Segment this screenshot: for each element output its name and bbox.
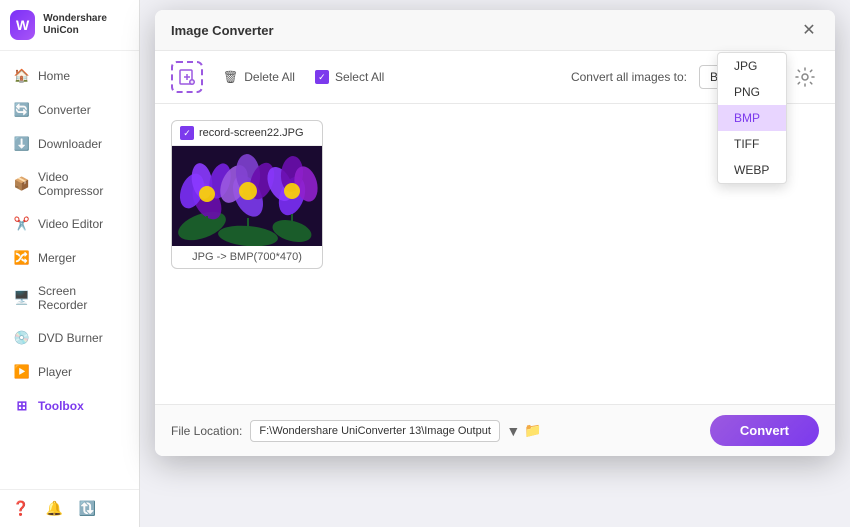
dropdown-item-webp[interactable]: WEBP (718, 157, 786, 183)
sidebar-item-converter[interactable]: 🔄 Converter (0, 93, 139, 127)
dialog-titlebar: Image Converter ✕ (155, 10, 835, 51)
format-dropdown-menu: JPG PNG BMP TIFF WEBP (717, 52, 787, 184)
browse-folder-button[interactable]: 📁 (524, 422, 541, 439)
converter-icon: 🔄 (14, 102, 30, 118)
sidebar-item-video-compressor[interactable]: 📦 Video Compressor (0, 161, 139, 207)
trash-icon: 🗑 (223, 70, 238, 84)
sidebar-item-dvd-burner[interactable]: 💿 DVD Burner (0, 321, 139, 355)
convert-all-label: Convert all images to: (571, 70, 687, 84)
video-editor-icon: ✂️ (14, 216, 30, 232)
player-icon: ▶️ (14, 364, 30, 380)
settings-button[interactable] (791, 63, 819, 91)
file-thumbnail (172, 146, 323, 246)
folder-button[interactable]: ▼ (506, 423, 520, 439)
dvd-burner-icon: 💿 (14, 330, 30, 346)
dropdown-item-bmp[interactable]: BMP (718, 105, 786, 131)
sidebar-label-player: Player (38, 365, 72, 379)
dialog-footer: File Location: ▼ 📁 Convert (155, 404, 835, 456)
select-all-button[interactable]: ✓ Select All (315, 70, 384, 84)
file-checkbox-icon: ✓ (180, 126, 194, 140)
downloader-icon: ⬇️ (14, 136, 30, 152)
help-icon[interactable]: ❓ (12, 500, 29, 517)
toolbox-icon: ⊞ (14, 398, 30, 414)
add-file-button[interactable] (171, 61, 203, 93)
file-card[interactable]: ✓ record-screen22.JPG (171, 120, 323, 269)
app-logo: W (10, 10, 35, 40)
sidebar-item-player[interactable]: ▶️ Player (0, 355, 139, 389)
home-icon: 🏠 (14, 68, 30, 84)
feedback-icon[interactable]: 🔃 (79, 500, 96, 517)
add-file-icon (178, 68, 196, 86)
sidebar-label-converter: Converter (38, 103, 91, 117)
file-location-input[interactable] (250, 420, 500, 442)
dialog-title: Image Converter (171, 23, 799, 38)
sidebar-label-downloader: Downloader (38, 137, 102, 151)
sidebar-label-video-compressor: Video Compressor (38, 170, 125, 198)
flower-image (172, 146, 323, 246)
delete-all-label: Delete All (244, 70, 295, 84)
delete-all-button[interactable]: 🗑 Delete All (215, 66, 303, 88)
sidebar-item-screen-recorder[interactable]: 🖥️ Screen Recorder (0, 275, 139, 321)
file-location-label: File Location: (171, 424, 242, 438)
dropdown-item-png[interactable]: PNG (718, 79, 786, 105)
notification-icon[interactable]: 🔔 (45, 500, 62, 517)
sidebar-item-downloader[interactable]: ⬇️ Downloader (0, 127, 139, 161)
sidebar-item-home[interactable]: 🏠 Home (0, 59, 139, 93)
screen-recorder-icon: 🖥️ (14, 290, 30, 306)
app-header: W Wondershare UniCon (0, 0, 139, 51)
file-name: record-screen22.JPG (199, 127, 304, 139)
settings-icon (794, 66, 816, 88)
checkbox-checked-icon: ✓ (315, 70, 329, 84)
convert-button[interactable]: Convert (710, 415, 819, 446)
sidebar-nav: 🏠 Home 🔄 Converter ⬇️ Downloader 📦 Video… (0, 51, 139, 489)
sidebar-label-home: Home (38, 69, 70, 83)
close-button[interactable]: ✕ (799, 20, 819, 40)
sidebar-label-screen-recorder: Screen Recorder (38, 284, 125, 312)
sidebar-item-toolbox[interactable]: ⊞ Toolbox (0, 389, 139, 423)
file-conversion-label: JPG -> BMP(700*470) (172, 246, 322, 268)
sidebar: W Wondershare UniCon 🏠 Home 🔄 Converter … (0, 0, 140, 527)
sidebar-label-dvd-burner: DVD Burner (38, 331, 103, 345)
sidebar-label-toolbox: Toolbox (38, 399, 84, 413)
video-compressor-icon: 📦 (14, 176, 30, 192)
file-card-header: ✓ record-screen22.JPG (172, 121, 322, 146)
main-content: Image Converter ✕ 🗑 Delete All ✓ (140, 0, 850, 527)
image-converter-dialog: Image Converter ✕ 🗑 Delete All ✓ (155, 10, 835, 456)
app-title: Wondershare UniCon (43, 13, 129, 37)
sidebar-label-video-editor: Video Editor (38, 217, 103, 231)
sidebar-label-merger: Merger (38, 251, 76, 265)
sidebar-item-merger[interactable]: 🔀 Merger (0, 241, 139, 275)
merger-icon: 🔀 (14, 250, 30, 266)
dropdown-item-tiff[interactable]: TIFF (718, 131, 786, 157)
sidebar-footer: ❓ 🔔 🔃 (0, 489, 139, 527)
select-all-label: Select All (335, 70, 384, 84)
sidebar-item-video-editor[interactable]: ✂️ Video Editor (0, 207, 139, 241)
dropdown-item-jpg[interactable]: JPG (718, 53, 786, 79)
